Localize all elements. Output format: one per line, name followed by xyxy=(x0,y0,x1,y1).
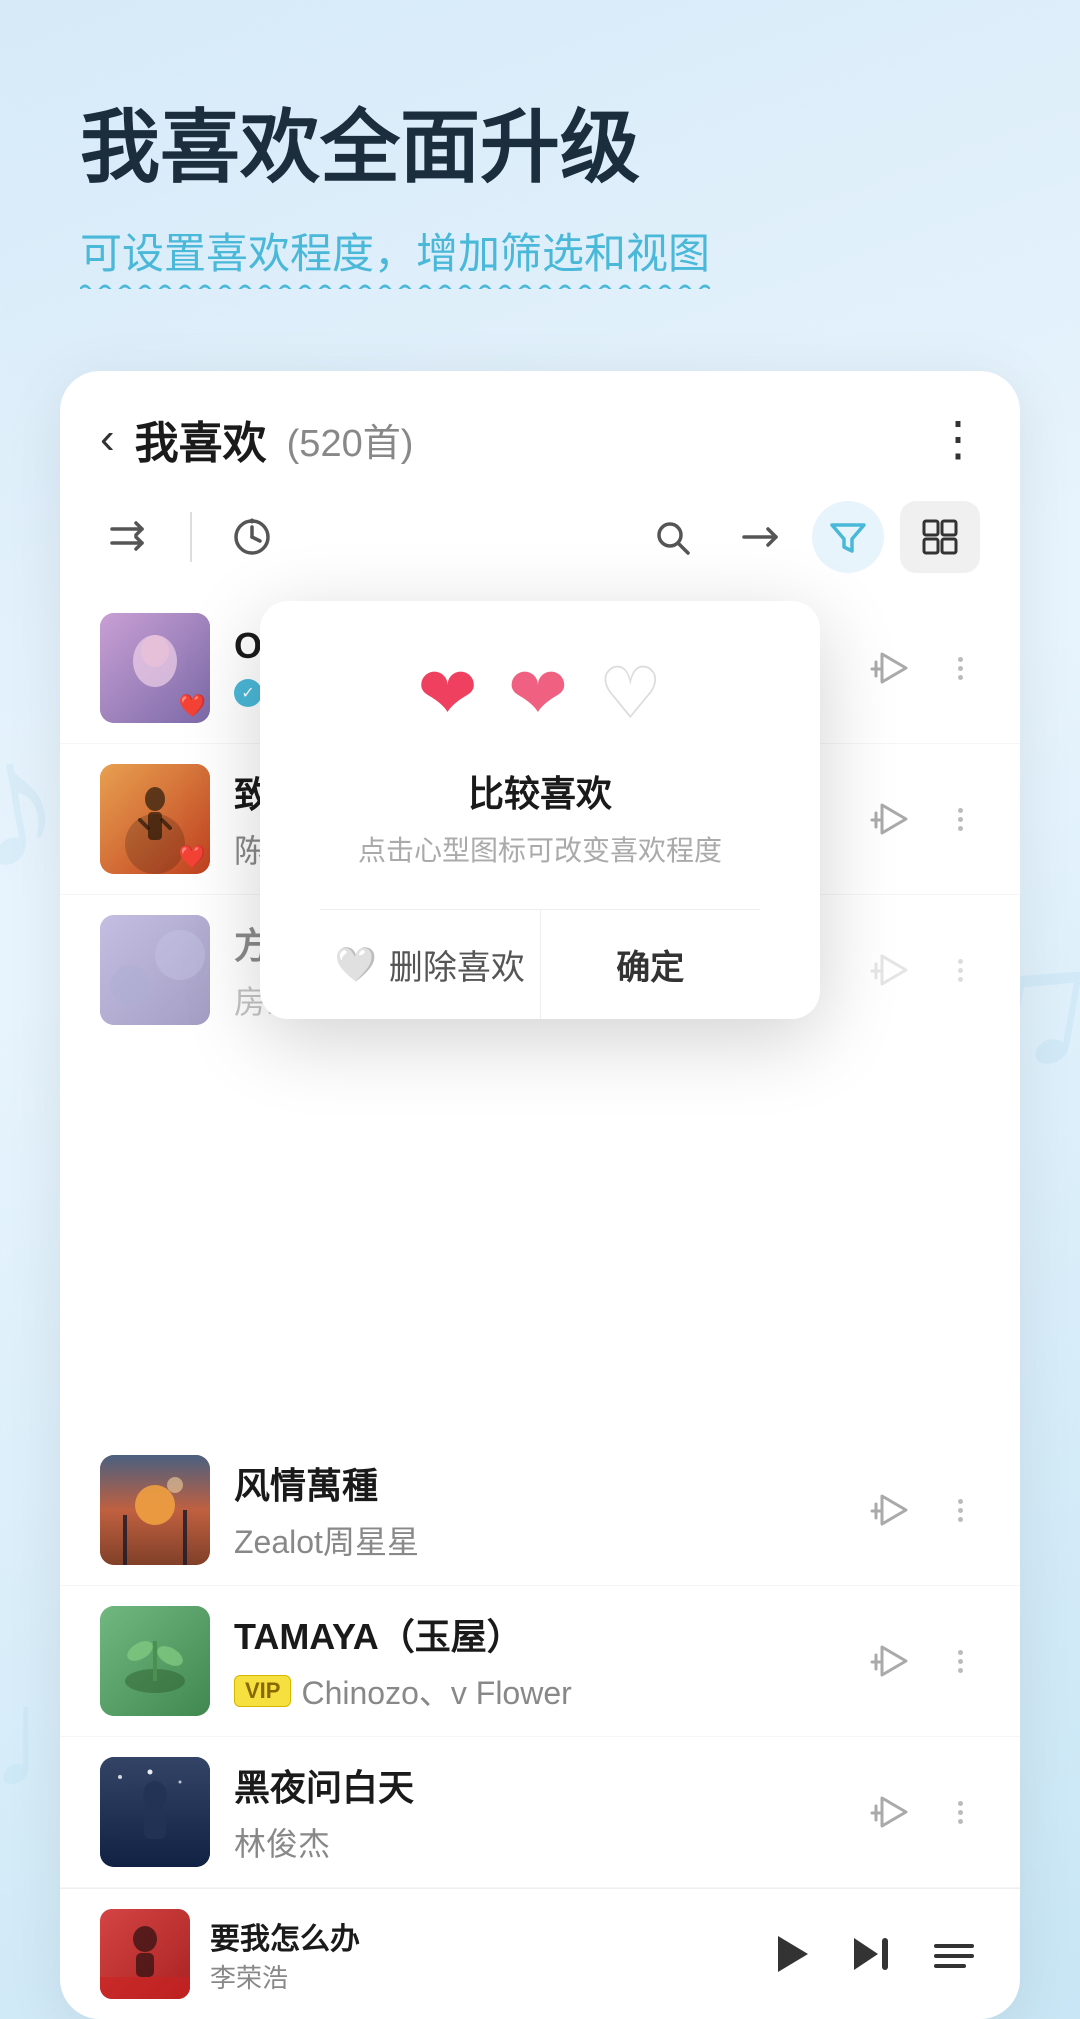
clock-button[interactable] xyxy=(222,507,282,567)
heart-option-2[interactable]: ❤ xyxy=(508,651,568,735)
song-item[interactable]: 黑夜问白天 林俊杰 xyxy=(60,1737,1020,1888)
songs-below-popup: 风情萬種 Zealot周星星 xyxy=(60,1045,1020,2019)
song-meta: Zealot周星星 xyxy=(234,1517,840,1563)
search-button[interactable] xyxy=(636,501,708,573)
delete-like-button[interactable]: 🤍 删除喜欢 xyxy=(320,910,540,1019)
song-info: 黑夜问白天 林俊杰 xyxy=(234,1759,840,1865)
popup-actions: 🤍 删除喜欢 确定 xyxy=(320,909,760,1019)
song-artist: Chinozo、v Flower xyxy=(301,1668,571,1714)
grid-view-button[interactable] xyxy=(900,501,980,573)
song-artist: 林俊杰 xyxy=(234,1819,330,1865)
toolbar-left xyxy=(100,507,636,567)
page-subtitle: 可设置喜欢程度，增加筛选和视图 xyxy=(80,220,710,281)
header-area: 我喜欢全面升级 可设置喜欢程度，增加筛选和视图 xyxy=(0,0,1080,341)
song-actions xyxy=(864,1633,980,1689)
add-to-next-button[interactable] xyxy=(864,1784,920,1840)
song-item[interactable]: 风情萬種 Zealot周星星 xyxy=(60,1435,1020,1586)
player-info: 要我怎么办 李荣浩 xyxy=(210,1914,764,1995)
popup-label: 比较喜欢 xyxy=(320,765,760,817)
card-header: ‹ 我喜欢 (520首) ⋮ xyxy=(60,371,1020,491)
player-thumbnail xyxy=(100,1909,190,1999)
song-thumbnail xyxy=(100,1455,210,1565)
toolbar xyxy=(60,491,1020,593)
playlist-title: 我喜欢 xyxy=(135,407,267,471)
next-track-button[interactable] xyxy=(846,1928,898,1980)
vip-badge: VIP xyxy=(234,1675,291,1707)
heart-delete-icon: 🤍 xyxy=(335,945,377,985)
add-to-next-button[interactable] xyxy=(864,1633,920,1689)
more-options-button[interactable]: ⋮ xyxy=(934,411,980,467)
play-pause-button[interactable] xyxy=(764,1928,816,1980)
page-title: 我喜欢全面升级 xyxy=(80,100,1000,196)
playlist-count: (520首) xyxy=(287,412,414,467)
player-controls xyxy=(764,1928,980,1980)
playlist-button[interactable] xyxy=(928,1928,980,1980)
hearts-row[interactable]: ❤ ❤ ♡ xyxy=(320,651,760,735)
popup-card: ❤ ❤ ♡ 比较喜欢 点击心型图标可改变喜欢程度 🤍 删除喜欢 确定 xyxy=(260,601,820,1019)
sort-button[interactable] xyxy=(724,501,796,573)
song-thumbnail xyxy=(100,1757,210,1867)
song-actions xyxy=(864,1482,980,1538)
song-meta: VIP Chinozo、v Flower xyxy=(234,1668,840,1714)
song-item[interactable]: TAMAYA（玉屋） VIP Chinozo、v Flower xyxy=(60,1586,1020,1737)
filter-button[interactable] xyxy=(812,501,884,573)
confirm-button[interactable]: 确定 xyxy=(540,910,761,1019)
heart-option-1[interactable]: ❤ xyxy=(417,651,477,735)
add-to-next-button[interactable] xyxy=(864,1482,920,1538)
song-more-button[interactable] xyxy=(940,1499,980,1522)
song-title: 风情萬種 xyxy=(234,1457,840,1509)
song-more-button[interactable] xyxy=(940,1801,980,1824)
play-order-button[interactable] xyxy=(100,507,160,567)
heart-option-3[interactable]: ♡ xyxy=(598,651,663,735)
back-button[interactable]: ‹ xyxy=(100,417,115,461)
song-artist: Zealot周星星 xyxy=(234,1517,419,1563)
song-thumbnail xyxy=(100,1606,210,1716)
card-header-left: ‹ 我喜欢 (520首) xyxy=(100,407,413,471)
popup-hint: 点击心型图标可改变喜欢程度 xyxy=(320,829,760,869)
song-actions xyxy=(864,1784,980,1840)
main-card: ‹ 我喜欢 (520首) ⋮ xyxy=(60,371,1020,2019)
toolbar-divider xyxy=(190,512,192,562)
song-more-button[interactable] xyxy=(940,1650,980,1673)
heart-rating-popup: ❤ ❤ ♡ 比较喜欢 点击心型图标可改变喜欢程度 🤍 删除喜欢 确定 xyxy=(60,601,1020,1019)
song-info: TAMAYA（玉屋） VIP Chinozo、v Flower xyxy=(234,1608,840,1714)
toolbar-right xyxy=(636,501,980,573)
player-artist: 李荣浩 xyxy=(210,1958,764,1995)
player-title: 要我怎么办 xyxy=(210,1914,764,1958)
song-title: TAMAYA（玉屋） xyxy=(234,1608,840,1660)
song-title: 黑夜问白天 xyxy=(234,1759,840,1811)
bottom-player: 要我怎么办 李荣浩 xyxy=(60,1888,1020,2019)
song-meta: 林俊杰 xyxy=(234,1819,840,1865)
song-info: 风情萬種 Zealot周星星 xyxy=(234,1457,840,1563)
